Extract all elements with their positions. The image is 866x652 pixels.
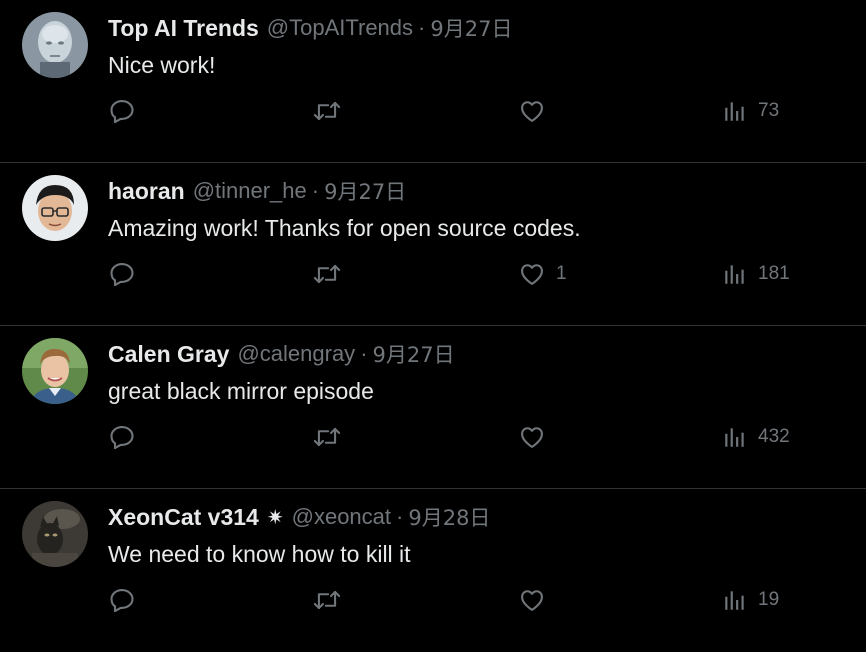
avatar[interactable] <box>22 338 88 404</box>
view-count: 73 <box>758 100 780 121</box>
retweet-button[interactable] <box>312 417 342 457</box>
avatar[interactable] <box>22 501 88 567</box>
like-icon <box>518 260 546 288</box>
tweet-header: Calen Gray @calengray · 9月27日 <box>108 337 455 371</box>
view-count: 181 <box>758 263 790 284</box>
action-bar: 1 181 <box>0 254 866 294</box>
tweet[interactable]: XeonCat v314 ✷ @xeoncat · 9月28日 We need … <box>0 489 866 652</box>
like-button[interactable] <box>518 91 556 131</box>
action-bar: 432 <box>0 417 866 457</box>
author-handle[interactable]: @tinner_he <box>193 178 307 204</box>
view-count: 432 <box>758 426 790 447</box>
reply-feed: Top AI Trends @TopAITrends · 9月27日 Nice … <box>0 0 866 652</box>
like-button[interactable]: 1 <box>518 254 567 294</box>
author-name[interactable]: XeonCat v314 <box>108 504 259 531</box>
retweet-icon <box>312 260 342 288</box>
tweet-text: We need to know how to kill it <box>108 541 411 567</box>
tweet[interactable]: haoran @tinner_he · 9月27日 Amazing work! … <box>0 163 866 326</box>
tweet-date[interactable]: 9月27日 <box>373 339 455 369</box>
reply-icon <box>108 97 136 125</box>
author-name[interactable]: Top AI Trends <box>108 15 259 42</box>
retweet-button[interactable] <box>312 580 342 620</box>
reply-button[interactable] <box>108 417 136 457</box>
reply-icon <box>108 260 136 288</box>
views-icon <box>722 424 748 450</box>
retweet-icon <box>312 586 342 614</box>
retweet-button[interactable] <box>312 91 342 131</box>
tweet[interactable]: Top AI Trends @TopAITrends · 9月27日 Nice … <box>0 0 866 163</box>
retweet-button[interactable] <box>312 254 342 294</box>
views-button[interactable]: 181 <box>722 254 790 294</box>
retweet-icon <box>312 423 342 451</box>
tweet-text: Amazing work! Thanks for open source cod… <box>108 215 581 241</box>
reply-icon <box>108 586 136 614</box>
tweet-header: haoran @tinner_he · 9月27日 <box>108 174 406 208</box>
like-button[interactable] <box>518 580 556 620</box>
like-icon <box>518 423 546 451</box>
like-icon <box>518 586 546 614</box>
author-name[interactable]: haoran <box>108 178 185 205</box>
tweet-date[interactable]: 9月27日 <box>430 13 512 43</box>
reply-icon <box>108 423 136 451</box>
reply-button[interactable] <box>108 580 136 620</box>
avatar[interactable] <box>22 12 88 78</box>
views-icon <box>722 98 748 124</box>
like-count: 1 <box>556 263 567 284</box>
tweet-text: great black mirror episode <box>108 378 374 404</box>
avatar[interactable] <box>22 175 88 241</box>
author-handle[interactable]: @xeoncat <box>292 504 391 530</box>
tweet-date[interactable]: 9月28日 <box>408 502 490 532</box>
tweet-header: Top AI Trends @TopAITrends · 9月27日 <box>108 11 512 45</box>
views-button[interactable]: 432 <box>722 417 790 457</box>
verified-badge-icon: ✷ <box>266 506 284 529</box>
reply-button[interactable] <box>108 254 136 294</box>
author-name[interactable]: Calen Gray <box>108 341 229 368</box>
views-button[interactable]: 19 <box>722 580 779 620</box>
author-handle[interactable]: @calengray <box>237 341 355 367</box>
retweet-icon <box>312 97 342 125</box>
views-icon <box>722 261 748 287</box>
separator: · <box>418 15 426 40</box>
view-count: 19 <box>758 589 780 610</box>
like-button[interactable] <box>518 417 556 457</box>
action-bar: 73 <box>0 91 866 131</box>
reply-button[interactable] <box>108 91 136 131</box>
separator: · <box>396 504 404 529</box>
like-icon <box>518 97 546 125</box>
tweet-header: XeonCat v314 ✷ @xeoncat · 9月28日 <box>108 500 490 534</box>
separator: · <box>311 178 320 203</box>
author-handle[interactable]: @TopAITrends <box>267 15 413 41</box>
views-button[interactable]: 73 <box>722 91 779 131</box>
tweet-date[interactable]: 9月27日 <box>324 176 406 206</box>
views-icon <box>722 587 748 613</box>
tweet-text: Nice work! <box>108 52 216 78</box>
action-bar: 19 <box>0 580 866 620</box>
separator: · <box>360 341 368 366</box>
tweet[interactable]: Calen Gray @calengray · 9月27日 great blac… <box>0 326 866 489</box>
